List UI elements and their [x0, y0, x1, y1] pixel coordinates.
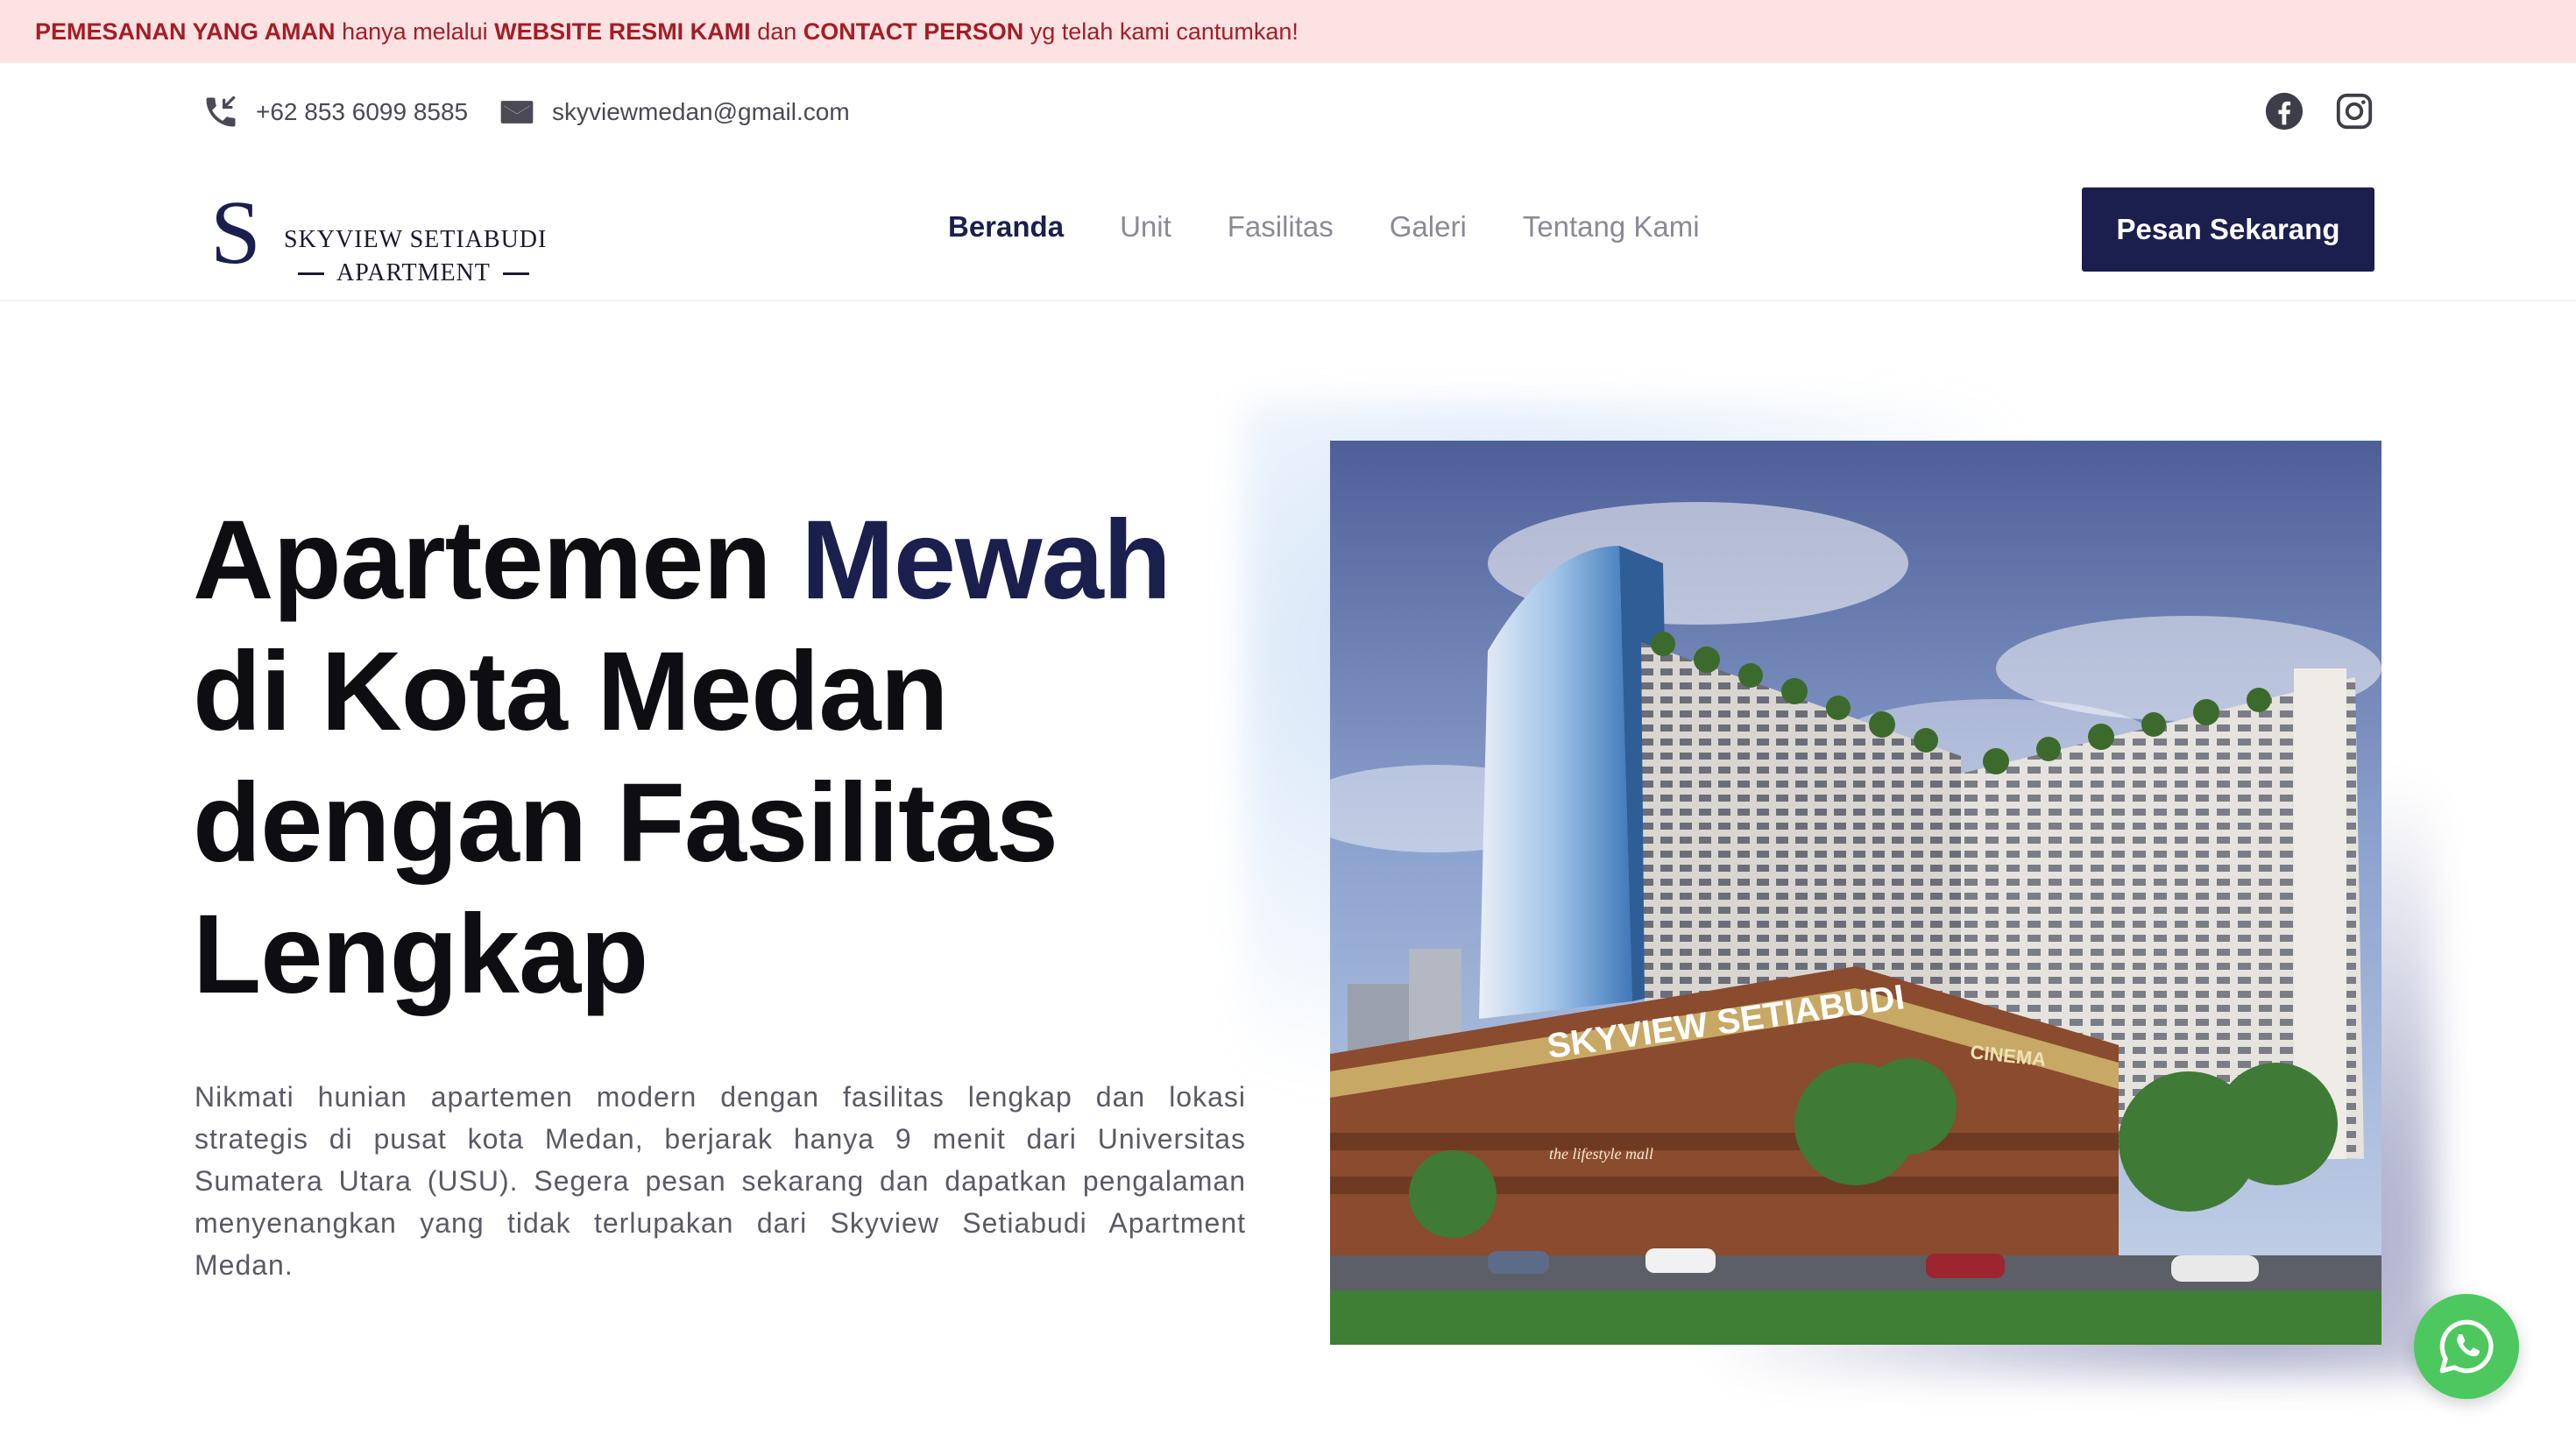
logo-dash-left — [298, 272, 324, 275]
nav-item-galeri[interactable]: Galeri — [1390, 210, 1467, 244]
notice-strong-2: WEBSITE RESMI KAMI — [494, 18, 751, 45]
nav-item-beranda[interactable]: Beranda — [948, 210, 1064, 244]
hero-title-line2: di Kota Medan — [193, 629, 949, 754]
instagram-icon[interactable] — [2334, 91, 2374, 131]
whatsapp-chat-button[interactable] — [2414, 1294, 2519, 1399]
email-link[interactable]: skyviewmedan@gmail.com — [498, 91, 850, 133]
svg-text:S: S — [210, 187, 261, 275]
svg-text:the lifestyle mall: the lifestyle mall — [1549, 1145, 1653, 1163]
nav-item-tentang-kami[interactable]: Tentang Kami — [1523, 210, 1700, 244]
main-navbar: S SKYVIEW SETIABUDI APARTMENT Beranda Un… — [0, 161, 2576, 301]
logo-title: SKYVIEW SETIABUDI — [284, 226, 548, 253]
nav-links: Beranda Unit Fasilitas Galeri Tentang Ka… — [948, 210, 1700, 244]
contact-bar: +62 853 6099 8585 skyviewmedan@gmail.com — [0, 63, 2576, 161]
phone-number: +62 853 6099 8585 — [256, 98, 469, 125]
notice-strong-1: PEMESANAN YANG AMAN — [35, 18, 336, 45]
nav-item-fasilitas[interactable]: Fasilitas — [1228, 210, 1334, 244]
order-now-button[interactable]: Pesan Sekarang — [2082, 187, 2374, 272]
notice-text-3: yg telah kami cantumkan! — [1023, 18, 1299, 45]
hero-title-line4: Lengkap — [193, 892, 648, 1017]
notice-text-1: hanya melalui — [335, 18, 495, 45]
nav-item-unit[interactable]: Unit — [1120, 210, 1171, 244]
notice-text-2: dan — [750, 18, 803, 45]
safety-notice-bar: PEMESANAN YANG AMAN hanya melalui WEBSIT… — [0, 0, 2576, 63]
logo-s-mark: S — [210, 187, 261, 275]
notice-strong-3: CONTACT PERSON — [803, 18, 1024, 45]
facebook-icon[interactable] — [2264, 91, 2304, 131]
hero-title-line1: Apartemen Mewah — [193, 495, 1279, 626]
logo-subtitle: APARTMENT — [336, 259, 491, 286]
hero-title-accent: Mewah — [801, 498, 1171, 623]
building-illustration: SKYVIEW SETIABUDI CINEMA the lifestyle m… — [1330, 441, 2381, 1345]
hero-title-part1: Apartemen — [193, 498, 802, 623]
hero-title: Apartemen Mewah di Kota Medan dengan Fas… — [193, 495, 1279, 1021]
hero-description: Nikmati hunian apartemen modern dengan f… — [195, 1081, 1246, 1281]
hero-building-image: SKYVIEW SETIABUDI CINEMA the lifestyle m… — [1330, 441, 2381, 1345]
whatsapp-icon — [2439, 1319, 2494, 1374]
phone-incoming-icon — [206, 95, 236, 127]
logo-dash-right — [502, 272, 529, 275]
phone-link[interactable]: +62 853 6099 8585 — [202, 91, 468, 133]
mail-icon — [500, 101, 534, 124]
site-logo[interactable]: S SKYVIEW SETIABUDI APARTMENT — [207, 187, 575, 286]
logo-subtitle-wrap: APARTMENT — [298, 259, 529, 287]
hero-title-line3: dengan Fasilitas — [193, 760, 1058, 886]
email-address: skyviewmedan@gmail.com — [552, 98, 850, 125]
